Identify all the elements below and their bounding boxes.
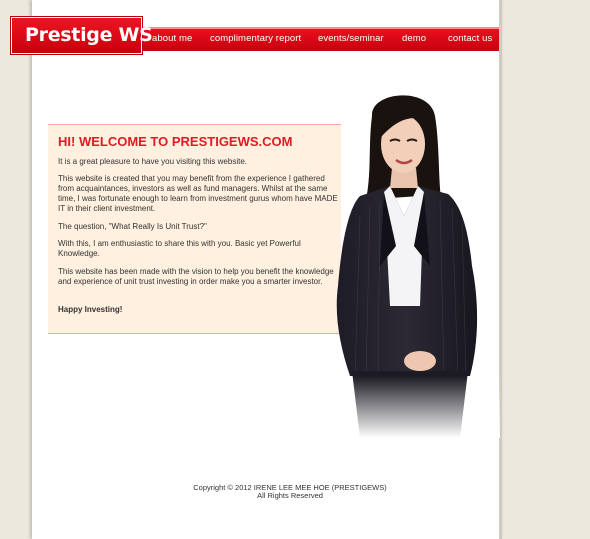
nav-contact-us[interactable]: contact us: [448, 33, 492, 44]
nav-events-seminar[interactable]: events/seminar: [318, 33, 384, 44]
welcome-closing: Happy Investing!: [58, 305, 123, 314]
welcome-paragraph-5: This website has been made with the visi…: [58, 267, 334, 286]
nav-about-me[interactable]: about me: [152, 33, 192, 44]
welcome-title: HI! WELCOME TO PRESTIGEWS.COM: [58, 134, 293, 149]
site-logo[interactable]: Prestige WS: [11, 17, 153, 54]
nav-complimentary-report[interactable]: complimentary report: [210, 33, 301, 44]
businesswoman-photo: [320, 95, 500, 438]
nav-demo[interactable]: demo: [402, 33, 426, 44]
welcome-paragraph-4: With this, I am enthusiastic to share th…: [58, 239, 301, 258]
footer-copyright: Copyright © 2012 IRENE LEE MEE HOE (PRES…: [170, 484, 410, 500]
main-navigation: about me complimentary report events/sem…: [140, 27, 499, 51]
rights-line: All Rights Reserved: [257, 491, 323, 500]
welcome-paragraph-2: This website is created that you may ben…: [58, 174, 338, 213]
welcome-paragraph-3: The question, "What Really Is Unit Trust…: [58, 222, 207, 231]
logo-text: Prestige WS: [25, 24, 153, 46]
welcome-paragraph-1: It is a great pleasure to have you visit…: [58, 157, 247, 166]
welcome-panel: HI! WELCOME TO PRESTIGEWS.COM It is a gr…: [48, 124, 341, 334]
